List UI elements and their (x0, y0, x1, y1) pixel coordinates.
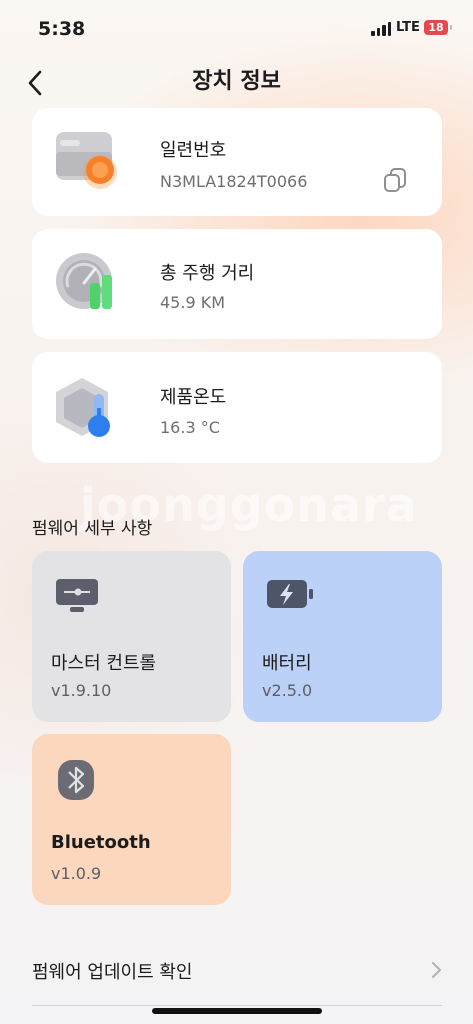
status-time: 5:38 (38, 18, 86, 40)
serial-card-icon (54, 128, 126, 196)
status-bar: 5:38 LTE 18 (0, 0, 473, 56)
bluetooth-tile[interactable]: Bluetooth v1.0.9 (32, 734, 231, 905)
battery-charge-icon (265, 577, 315, 615)
home-indicator[interactable] (152, 1008, 322, 1014)
battery-name: 배터리 (262, 653, 312, 674)
master-control-name: 마스터 컨트롤 (51, 653, 157, 674)
product-temperature-label: 제품온도 (160, 387, 227, 408)
battery-level: 18 (428, 21, 444, 34)
thermometer-icon (54, 374, 126, 442)
serial-number-label: 일련번호 (160, 140, 227, 161)
chevron-right-icon (431, 961, 442, 979)
copy-icon (384, 168, 406, 192)
controller-icon (54, 577, 100, 619)
master-control-version: v1.9.10 (51, 681, 112, 700)
product-temperature-value: 16.3 °C (160, 418, 220, 437)
battery-version: v2.5.0 (262, 681, 313, 700)
battery-tile[interactable]: 배터리 v2.5.0 (243, 551, 442, 722)
bluetooth-name: Bluetooth (51, 832, 151, 853)
master-control-tile[interactable]: 마스터 컨트롤 v1.9.10 (32, 551, 231, 722)
signal-icon (371, 22, 391, 36)
serial-number-card: 일련번호 N3MLA1824T0066 (32, 108, 442, 216)
firmware-section-title: 펌웨어 세부 사항 (32, 519, 153, 539)
serial-number-value: N3MLA1824T0066 (160, 172, 308, 191)
total-mileage-card: 총 주행 거리 45.9 KM (32, 229, 442, 339)
network-label: LTE (396, 20, 420, 35)
total-mileage-label: 총 주행 거리 (160, 263, 255, 284)
divider (32, 1005, 442, 1006)
copy-button[interactable] (382, 166, 412, 196)
product-temperature-card: 제품온도 16.3 °C (32, 352, 442, 463)
battery-icon: 18 (424, 20, 452, 35)
bluetooth-icon (56, 758, 96, 806)
page-title: 장치 정보 (192, 69, 281, 94)
firmware-update-check-label: 펌웨어 업데이트 확인 (32, 962, 193, 983)
firmware-update-check-row[interactable]: 펌웨어 업데이트 확인 (32, 946, 442, 996)
bluetooth-version: v1.0.9 (51, 864, 102, 883)
speedometer-icon (54, 249, 126, 317)
total-mileage-value: 45.9 KM (160, 293, 226, 312)
